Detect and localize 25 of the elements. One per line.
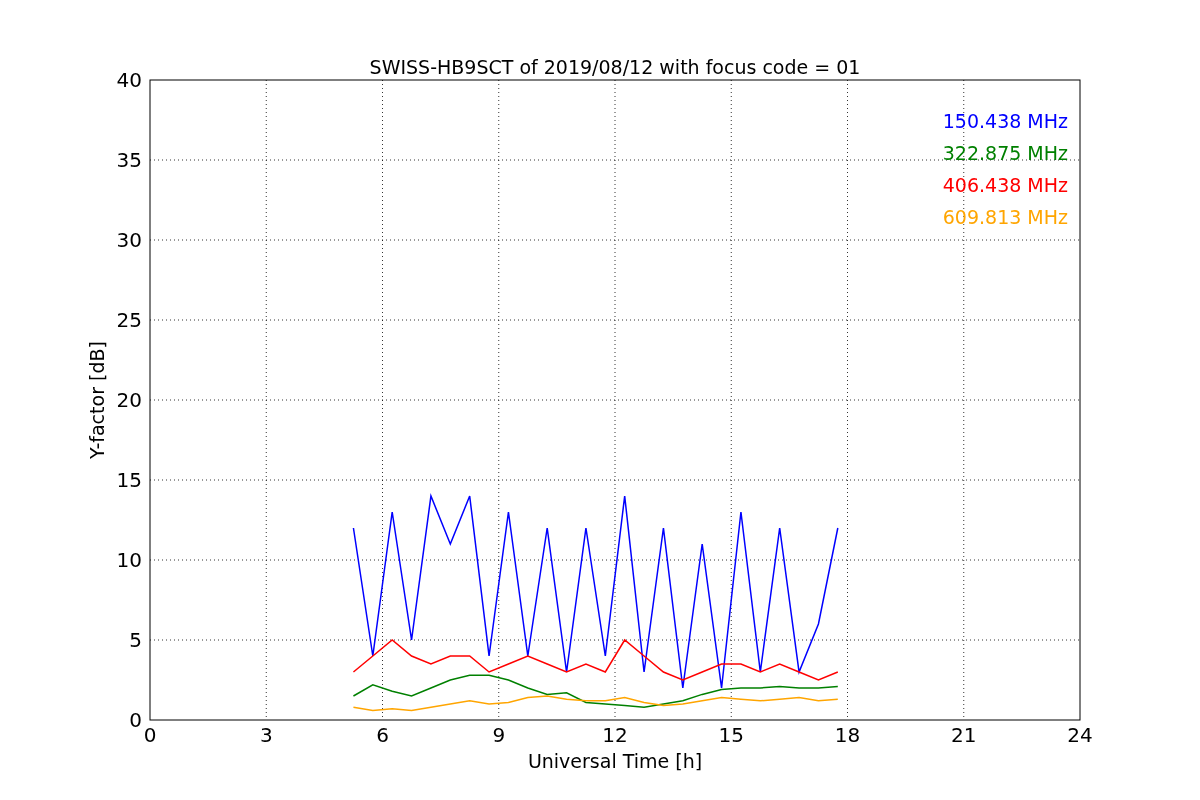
- y-tick-label: 10: [116, 548, 142, 572]
- x-tick-label: 6: [376, 723, 389, 747]
- y-tick-label: 20: [116, 388, 142, 412]
- y-tick-label: 40: [116, 68, 142, 92]
- x-tick-label: 15: [718, 723, 744, 747]
- x-tick-label: 24: [1067, 723, 1093, 747]
- y-tick-label: 5: [129, 628, 142, 652]
- y-tick-label: 30: [116, 228, 142, 252]
- x-tick-label: 21: [951, 723, 977, 747]
- legend-label: 150.438 MHz: [942, 110, 1068, 132]
- y-tick-label: 15: [116, 468, 142, 492]
- y-tick-label: 25: [116, 308, 142, 332]
- legend-label: 609.813 MHz: [942, 206, 1068, 228]
- y-tick-label: 35: [116, 148, 142, 172]
- y-axis-label: Y-factor [dB]: [86, 341, 108, 459]
- x-tick-label: 12: [602, 723, 628, 747]
- legend-label: 322.875 MHz: [942, 142, 1068, 164]
- x-tick-label: 3: [259, 723, 273, 747]
- x-tick-label: 18: [834, 723, 861, 747]
- x-axis-label: Universal Time [h]: [527, 750, 703, 772]
- x-tick-label: 9: [492, 723, 506, 747]
- chart-title: SWISS-HB9SCT of 2019/08/12 with focus code = 01: [369, 56, 861, 78]
- x-tick-label: 0: [143, 723, 157, 747]
- legend-label: 406.438 MHz: [942, 174, 1068, 196]
- y-tick-label: 0: [129, 708, 142, 732]
